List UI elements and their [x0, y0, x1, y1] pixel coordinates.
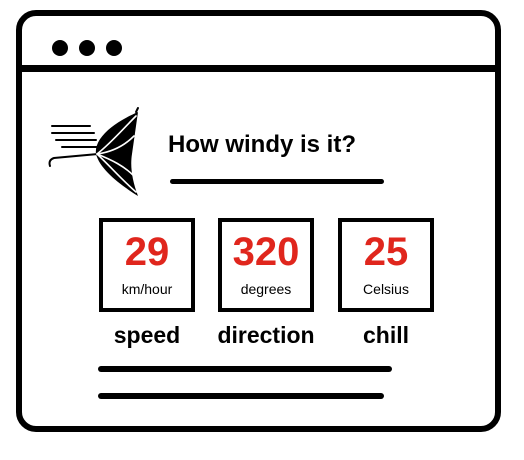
metric-label-chill: chill — [362, 322, 409, 348]
metric-card-direction: 320 degrees — [218, 218, 314, 312]
title-underline — [170, 179, 384, 184]
metric-card-speed: 29 km/hour — [99, 218, 195, 312]
metric-unit: Celsius — [363, 281, 409, 297]
placeholder-text-line — [98, 393, 384, 399]
metric-unit: degrees — [240, 281, 292, 297]
window-control-dot[interactable] — [106, 40, 122, 56]
page-title: How windy is it? — [168, 131, 357, 158]
window-control-dot[interactable] — [79, 40, 95, 56]
metric-value: 25 — [363, 230, 409, 274]
window-titlebar — [22, 16, 495, 72]
windy-umbrella-icon — [48, 107, 139, 196]
metric-label-direction: direction — [217, 322, 315, 348]
metric-unit: km/hour — [121, 281, 173, 297]
placeholder-text-line — [98, 366, 392, 372]
metric-value: 29 — [124, 230, 170, 274]
metric-value: 320 — [232, 230, 300, 274]
metric-card-chill: 25 Celsius — [338, 218, 434, 312]
window-control-dot[interactable] — [52, 40, 68, 56]
